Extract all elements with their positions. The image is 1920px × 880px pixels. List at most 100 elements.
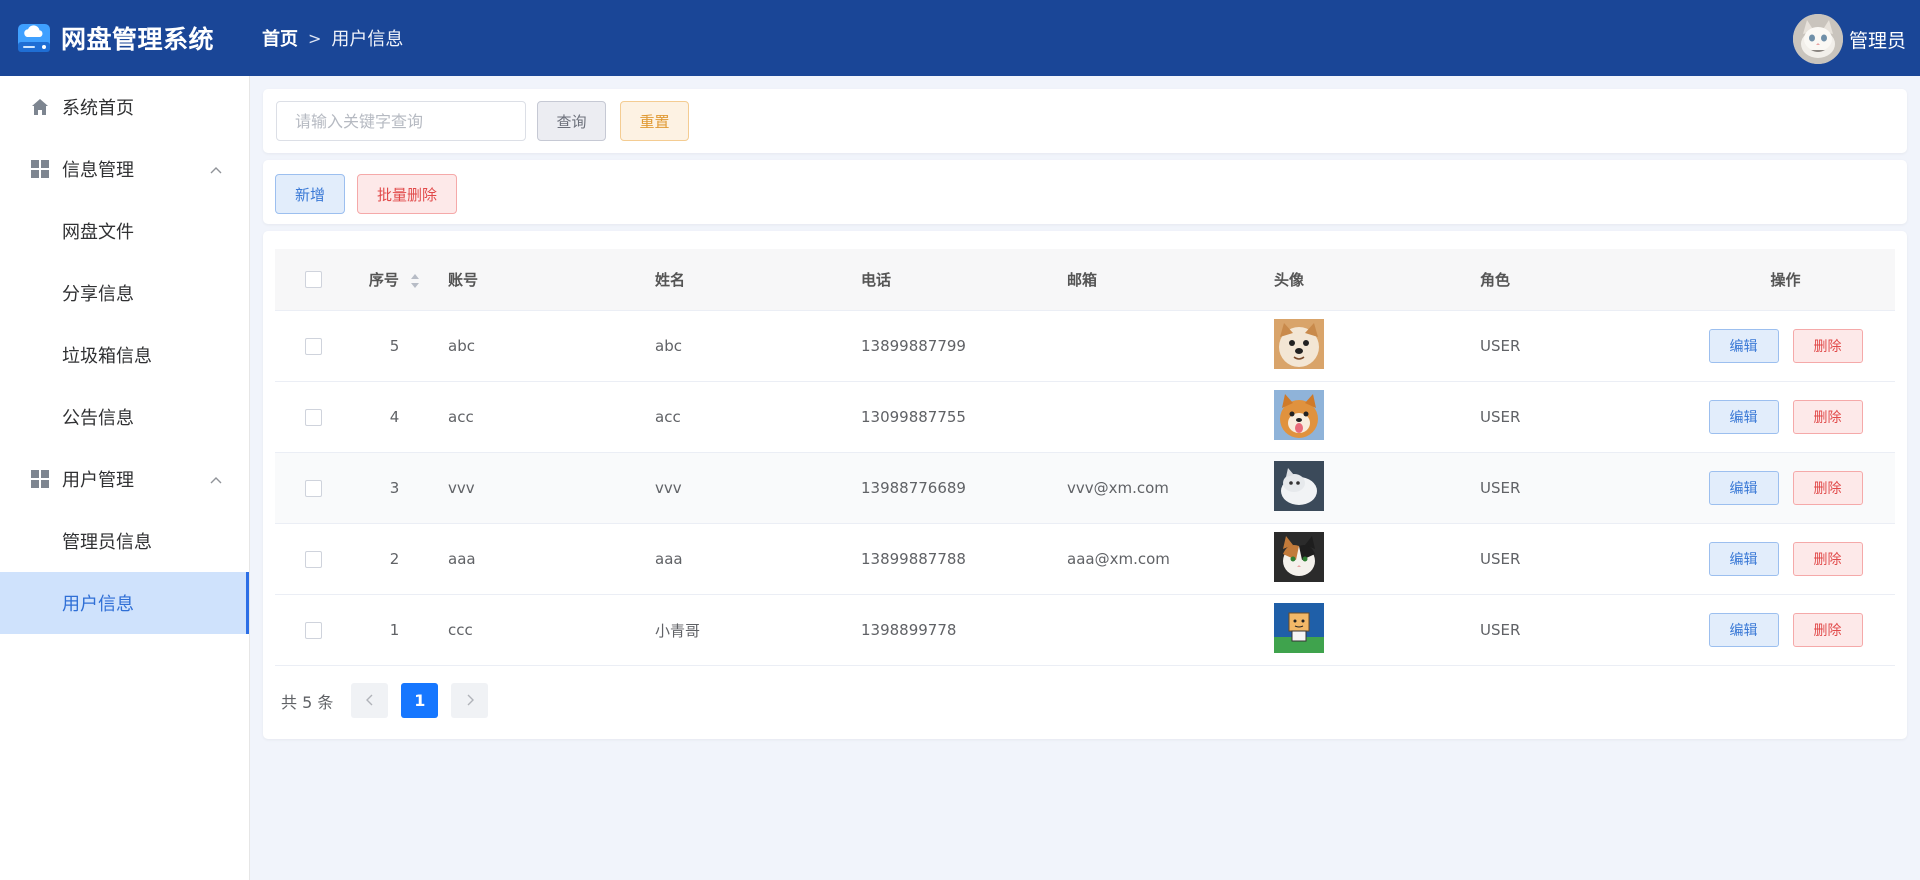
edit-button[interactable]: 编辑 bbox=[1708, 400, 1779, 434]
delete-button[interactable]: 删除 bbox=[1792, 400, 1863, 434]
header-seq[interactable]: 序号 bbox=[351, 269, 438, 290]
user-table: 序号 账号 姓名 电话 邮箱 头像 角色 操作 5 abc abc 138998… bbox=[275, 249, 1895, 666]
cell-role: USER bbox=[1480, 479, 1521, 497]
cell-name: acc bbox=[655, 408, 681, 426]
shiba-dog-avatar[interactable] bbox=[1274, 319, 1324, 373]
chevron-right-icon bbox=[465, 691, 475, 710]
delete-button[interactable]: 删除 bbox=[1792, 329, 1863, 363]
cell-phone: 13099887755 bbox=[861, 408, 966, 426]
cell-seq: 5 bbox=[389, 337, 400, 355]
top-header: 网盘管理系统 首页 > 用户信息 管理员 bbox=[0, 0, 1920, 76]
sidebar-item-label: 垃圾箱信息 bbox=[62, 346, 152, 367]
header-ops: 操作 bbox=[1770, 271, 1801, 289]
delete-button[interactable]: 删除 bbox=[1792, 542, 1863, 576]
cell-name: vvv bbox=[655, 479, 682, 497]
breadcrumb: 首页 > 用户信息 bbox=[262, 25, 403, 51]
sidebar-group-user-management[interactable]: 用户管理 bbox=[0, 448, 249, 510]
sidebar-group-info-management[interactable]: 信息管理 bbox=[0, 138, 249, 200]
sidebar-item-label: 用户信息 bbox=[62, 594, 134, 615]
header-seq-label: 序号 bbox=[368, 271, 399, 289]
edit-button[interactable]: 编辑 bbox=[1708, 613, 1779, 647]
edit-button[interactable]: 编辑 bbox=[1708, 542, 1779, 576]
sidebar-group-label: 用户管理 bbox=[62, 470, 134, 491]
prev-page-button[interactable] bbox=[351, 683, 389, 718]
cell-seq: 3 bbox=[389, 479, 400, 497]
cell-account: aaa bbox=[448, 550, 476, 568]
sidebar-item-label: 分享信息 bbox=[62, 284, 134, 305]
row-checkbox[interactable] bbox=[304, 337, 322, 355]
sidebar-item-label: 网盘文件 bbox=[62, 222, 134, 243]
reset-button[interactable]: 重置 bbox=[620, 101, 689, 141]
cell-role: USER bbox=[1480, 621, 1521, 639]
add-button[interactable]: 新增 bbox=[275, 174, 345, 214]
sidebar-item-netdisk-files[interactable]: 网盘文件 bbox=[0, 200, 249, 262]
breadcrumb-separator-icon: > bbox=[308, 28, 322, 48]
page-number-button[interactable]: 1 bbox=[401, 683, 439, 718]
admin-name[interactable]: 管理员 bbox=[1849, 26, 1906, 53]
header-avatar: 头像 bbox=[1274, 271, 1305, 289]
edit-button[interactable]: 编辑 bbox=[1708, 471, 1779, 505]
cell-account: vvv bbox=[448, 479, 475, 497]
delete-button[interactable]: 删除 bbox=[1792, 471, 1863, 505]
grid-icon bbox=[30, 159, 50, 179]
sidebar-item-trash-info[interactable]: 垃圾箱信息 bbox=[0, 324, 249, 386]
white-cat-avatar[interactable] bbox=[1274, 461, 1324, 515]
table-row: 4 acc acc 13099887755 USER 编辑 删除 bbox=[275, 382, 1895, 453]
cell-email: aaa@xm.com bbox=[1067, 550, 1170, 568]
header-role: 角色 bbox=[1480, 271, 1511, 289]
select-all-checkbox[interactable] bbox=[304, 271, 322, 288]
cell-seq: 1 bbox=[389, 621, 400, 639]
table-row: 5 abc abc 13899887799 USER 编辑 删除 bbox=[275, 311, 1895, 382]
row-checkbox[interactable] bbox=[304, 550, 322, 568]
sidebar-item-admin-info[interactable]: 管理员信息 bbox=[0, 510, 249, 572]
admin-avatar[interactable] bbox=[1792, 14, 1843, 64]
cell-role: USER bbox=[1480, 408, 1521, 426]
row-checkbox[interactable] bbox=[304, 408, 322, 426]
cartoon-box-avatar[interactable] bbox=[1274, 603, 1324, 657]
sidebar-item-label: 公告信息 bbox=[62, 408, 134, 429]
cell-role: USER bbox=[1480, 550, 1521, 568]
search-panel: 查询 重置 bbox=[263, 89, 1907, 153]
chevron-left-icon bbox=[365, 691, 375, 710]
cell-name: aaa bbox=[655, 550, 683, 568]
header-phone: 电话 bbox=[861, 271, 892, 289]
edit-button[interactable]: 编辑 bbox=[1708, 329, 1779, 363]
cloud-drive-icon bbox=[16, 20, 52, 56]
app-title: 网盘管理系统 bbox=[61, 25, 215, 54]
table-panel: 序号 账号 姓名 电话 邮箱 头像 角色 操作 5 abc abc 138998… bbox=[263, 231, 1907, 739]
search-input[interactable] bbox=[276, 101, 526, 141]
sidebar-item-label: 管理员信息 bbox=[62, 532, 152, 553]
next-page-button[interactable] bbox=[451, 683, 489, 718]
chevron-up-icon bbox=[209, 472, 223, 486]
chevron-up-icon bbox=[209, 162, 223, 176]
row-checkbox[interactable] bbox=[304, 479, 322, 497]
sidebar-item-share-info[interactable]: 分享信息 bbox=[0, 262, 249, 324]
row-checkbox[interactable] bbox=[304, 621, 322, 639]
breadcrumb-home[interactable]: 首页 bbox=[262, 25, 298, 51]
batch-delete-button[interactable]: 批量删除 bbox=[357, 174, 457, 214]
cell-email: vvv@xm.com bbox=[1067, 479, 1169, 497]
sidebar-item-label: 系统首页 bbox=[62, 98, 134, 119]
table-row: 3 vvv vvv 13988776689 vvv@xm.com USER 编辑… bbox=[275, 453, 1895, 524]
cell-seq: 4 bbox=[389, 408, 400, 426]
sort-icon[interactable] bbox=[410, 273, 420, 289]
sidebar-item-user-info[interactable]: 用户信息 bbox=[0, 572, 249, 634]
calico-cat-avatar[interactable] bbox=[1274, 532, 1324, 586]
cell-seq: 2 bbox=[389, 550, 400, 568]
logo[interactable]: 网盘管理系统 bbox=[0, 20, 262, 56]
user-menu[interactable]: 管理员 bbox=[1792, 14, 1906, 64]
table-header-row: 序号 账号 姓名 电话 邮箱 头像 角色 操作 bbox=[275, 249, 1895, 311]
cell-name: abc bbox=[655, 337, 682, 355]
cell-account: ccc bbox=[448, 621, 473, 639]
sidebar-item-home[interactable]: 系统首页 bbox=[0, 76, 249, 138]
cell-phone: 1398899778 bbox=[861, 621, 957, 639]
query-button[interactable]: 查询 bbox=[537, 101, 606, 141]
sidebar-group-label: 信息管理 bbox=[62, 160, 134, 181]
table-row: 1 ccc 小青哥 1398899778 USER 编辑 删除 bbox=[275, 595, 1895, 666]
home-icon bbox=[30, 97, 50, 117]
delete-button[interactable]: 删除 bbox=[1792, 613, 1863, 647]
cell-phone: 13899887799 bbox=[861, 337, 966, 355]
header-account: 账号 bbox=[448, 271, 479, 289]
shiba-tongue-avatar[interactable] bbox=[1274, 390, 1324, 444]
sidebar-item-notice-info[interactable]: 公告信息 bbox=[0, 386, 249, 448]
